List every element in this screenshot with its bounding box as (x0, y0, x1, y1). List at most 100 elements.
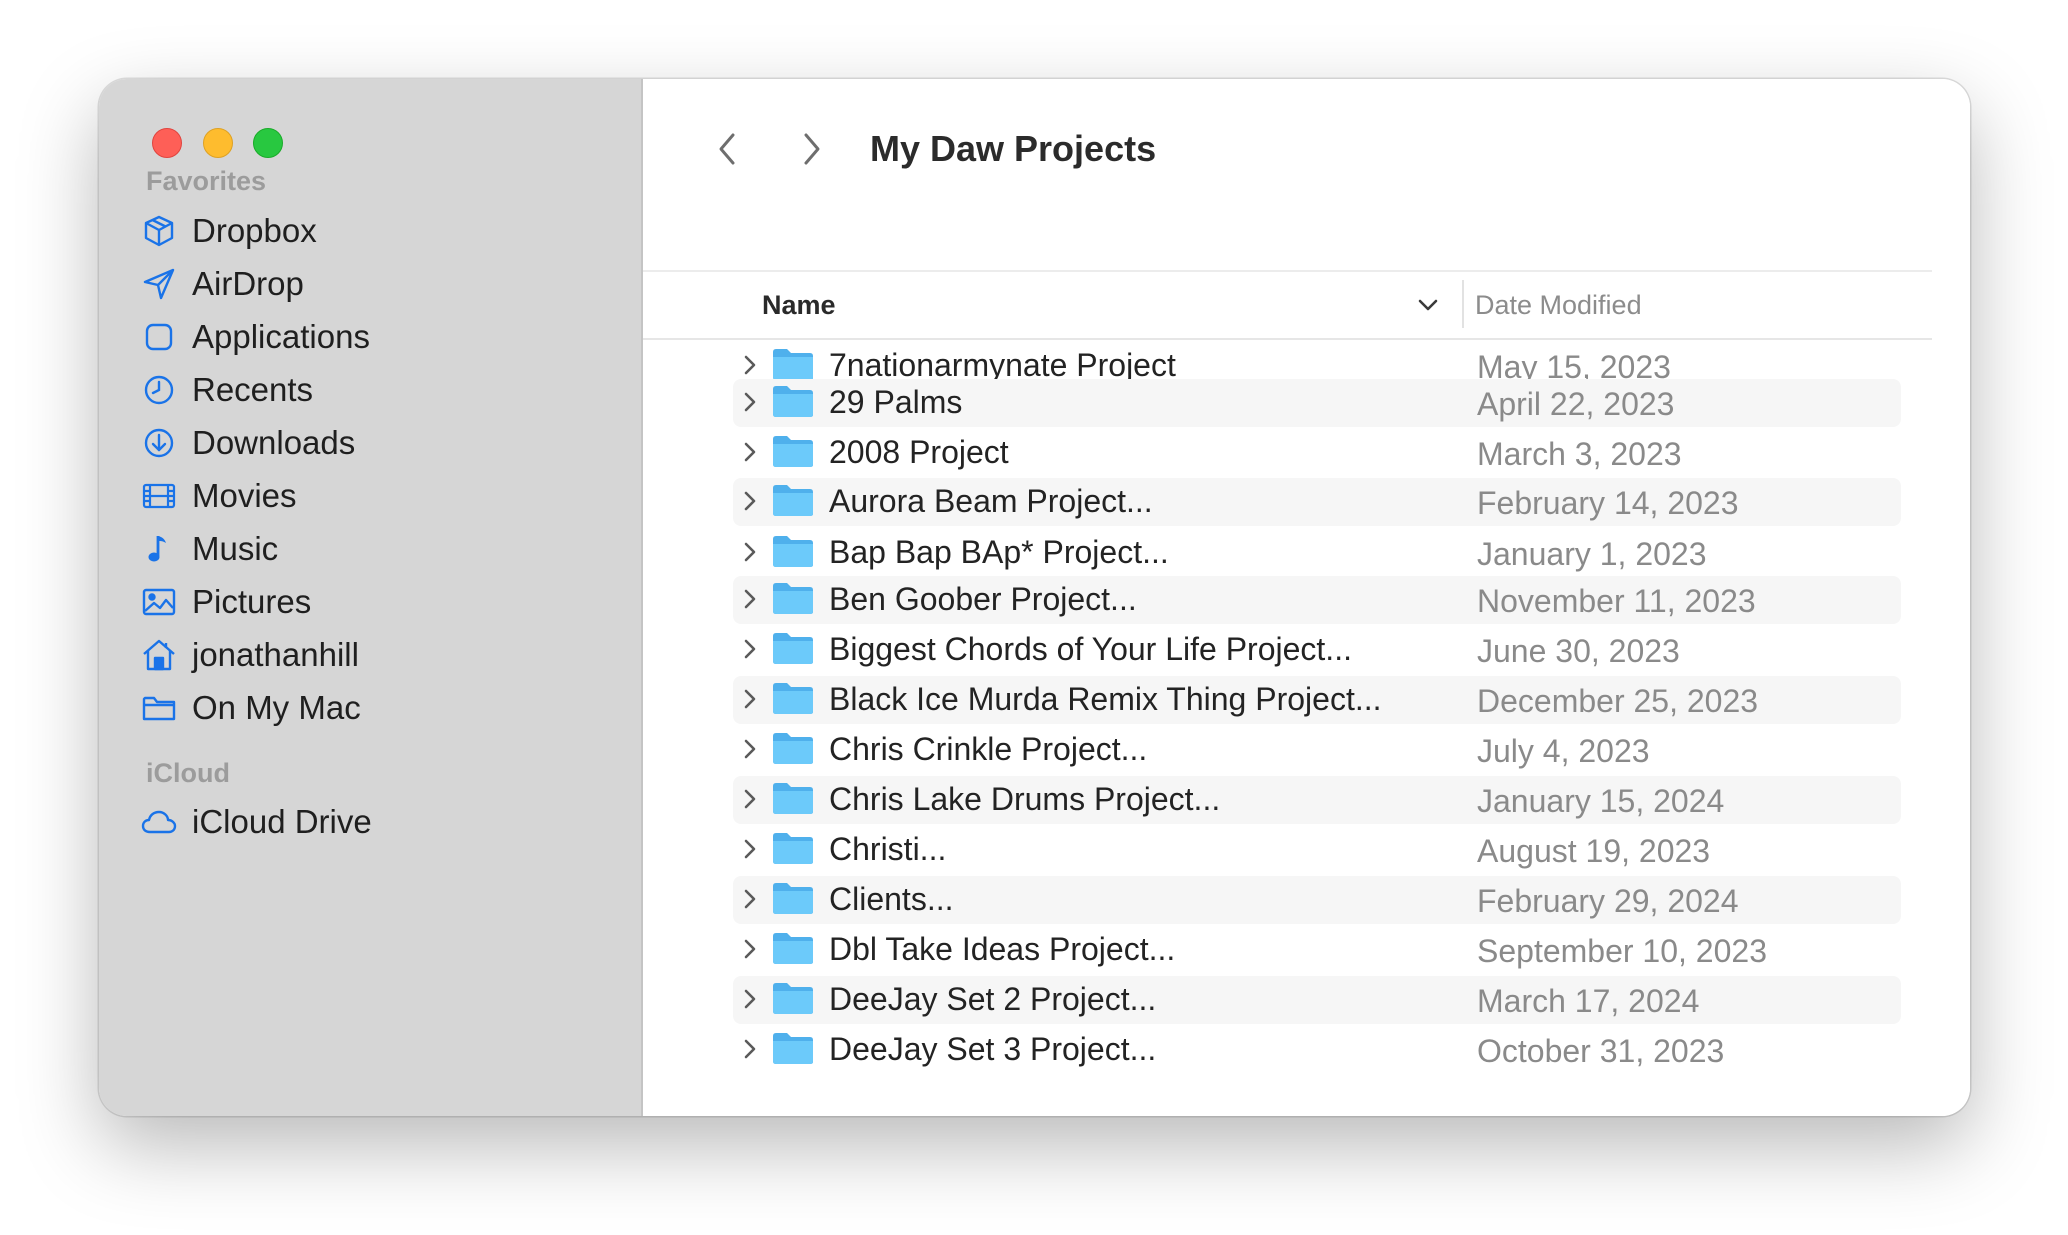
sidebar-item-label: Music (192, 530, 279, 567)
row-name: Bap Bap BAp* Project... (829, 534, 1169, 570)
disclosure-chevron-icon[interactable] (737, 437, 763, 467)
sidebar-item-music[interactable]: Music (139, 521, 609, 577)
disclosure-chevron-icon[interactable] (737, 537, 763, 567)
row-name: DeeJay Set 3 Project... (829, 1031, 1157, 1067)
sidebar-item-pictures[interactable]: Pictures (139, 574, 609, 630)
row-date: January 15, 2024 (1477, 783, 1725, 819)
table-row[interactable]: Dbl Take Ideas Project... September 10, … (733, 926, 1901, 974)
sidebar-item-label: Downloads (192, 424, 356, 461)
table-row[interactable]: Black Ice Murda Remix Thing Project... D… (733, 676, 1901, 724)
row-date: March 17, 2024 (1477, 983, 1700, 1019)
music-note-icon (139, 529, 179, 569)
sidebar-item-label: Pictures (192, 583, 312, 620)
folder-icon (773, 683, 813, 714)
folder-icon (773, 783, 813, 814)
row-date: April 22, 2023 (1477, 386, 1675, 422)
film-icon (139, 476, 179, 516)
sidebar-item-dropbox[interactable]: Dropbox (139, 203, 609, 259)
disclosure-chevron-icon[interactable] (737, 387, 763, 417)
table-row[interactable]: DeeJay Set 3 Project... October 31, 2023 (733, 1026, 1901, 1074)
folder-icon (773, 733, 813, 764)
folder-icon (773, 349, 813, 380)
disclosure-chevron-icon[interactable] (737, 486, 763, 516)
airdrop-icon (139, 264, 179, 304)
table-row[interactable]: Bap Bap BAp* Project... January 1, 2023 (733, 529, 1901, 577)
column-header-name[interactable]: Name (762, 272, 836, 338)
icloud-section-label: iCloud (146, 758, 230, 788)
table-row[interactable]: Chris Lake Drums Project... January 15, … (733, 776, 1901, 824)
sidebar-item-movies[interactable]: Movies (139, 468, 609, 524)
sidebar: Favorites Dropbox AirDrop Applications R… (99, 79, 643, 1116)
table-row[interactable]: Christi... August 19, 2023 (733, 826, 1901, 874)
cloud-icon (139, 802, 179, 842)
column-header-date-modified[interactable]: Date Modified (1475, 272, 1642, 338)
disclosure-chevron-icon[interactable] (737, 584, 763, 614)
sidebar-item-home[interactable]: jonathanhill (139, 627, 609, 683)
row-date: June 30, 2023 (1477, 633, 1680, 669)
sidebar-item-recents[interactable]: Recents (139, 362, 609, 418)
row-name: 2008 Project (829, 434, 1009, 470)
row-name: Aurora Beam Project... (829, 483, 1153, 519)
sidebar-item-label: On My Mac (192, 689, 361, 726)
row-date: December 25, 2023 (1477, 683, 1759, 719)
table-row[interactable]: Chris Crinkle Project... July 4, 2023 (733, 726, 1901, 774)
row-date: January 1, 2023 (1477, 536, 1707, 572)
table-row[interactable]: Clients... February 29, 2024 (733, 876, 1901, 924)
row-date: September 10, 2023 (1477, 933, 1767, 969)
disclosure-chevron-icon[interactable] (737, 834, 763, 864)
disclosure-chevron-icon[interactable] (737, 1034, 763, 1064)
photo-icon (139, 582, 179, 622)
row-date: October 31, 2023 (1477, 1033, 1725, 1069)
sidebar-item-downloads[interactable]: Downloads (139, 415, 609, 471)
table-row[interactable]: 2008 Project March 3, 2023 (733, 429, 1901, 477)
finder-window: Favorites Dropbox AirDrop Applications R… (99, 79, 1970, 1116)
row-date: August 19, 2023 (1477, 833, 1711, 869)
disclosure-chevron-icon[interactable] (737, 350, 763, 380)
table-row[interactable]: 29 Palms April 22, 2023 (733, 379, 1901, 427)
row-name: Chris Lake Drums Project... (829, 781, 1221, 817)
zoom-button[interactable] (253, 128, 283, 158)
disclosure-chevron-icon[interactable] (737, 784, 763, 814)
row-name: Biggest Chords of Your Life Project... (829, 631, 1352, 667)
applications-icon (139, 317, 179, 357)
disclosure-chevron-icon[interactable] (737, 884, 763, 914)
sidebar-item-on-my-mac[interactable]: On My Mac (139, 680, 609, 736)
row-name: Christi... (829, 831, 947, 867)
sidebar-item-icloud-drive[interactable]: iCloud Drive (139, 794, 609, 850)
row-date: November 11, 2023 (1477, 583, 1756, 619)
close-button[interactable] (152, 128, 182, 158)
disclosure-chevron-icon[interactable] (737, 984, 763, 1014)
sidebar-item-label: AirDrop (192, 265, 304, 302)
folder-icon (773, 883, 813, 914)
table-row[interactable]: Biggest Chords of Your Life Project... J… (733, 626, 1901, 674)
sidebar-item-applications[interactable]: Applications (139, 309, 609, 365)
column-divider[interactable] (1462, 280, 1464, 328)
table-row[interactable]: DeeJay Set 2 Project... March 17, 2024 (733, 976, 1901, 1024)
disclosure-chevron-icon[interactable] (737, 934, 763, 964)
row-name: Dbl Take Ideas Project... (829, 931, 1176, 967)
chevron-down-icon[interactable] (1413, 290, 1443, 320)
disclosure-chevron-icon[interactable] (737, 634, 763, 664)
row-name: DeeJay Set 2 Project... (829, 981, 1157, 1017)
sidebar-item-label: Dropbox (192, 212, 317, 249)
chevron-right-icon (804, 133, 820, 165)
forward-button[interactable] (788, 119, 836, 179)
back-button[interactable] (703, 119, 751, 179)
folder-icon (773, 983, 813, 1014)
folder-icon (773, 536, 813, 567)
disclosure-chevron-icon[interactable] (737, 734, 763, 764)
row-name: Ben Goober Project... (829, 581, 1137, 617)
favorites-section-label: Favorites (146, 166, 267, 196)
table-row[interactable]: Ben Goober Project... November 11, 2023 (733, 576, 1901, 624)
table-row[interactable]: Aurora Beam Project... February 14, 2023 (733, 478, 1901, 526)
disclosure-chevron-icon[interactable] (737, 684, 763, 714)
sidebar-item-label: Movies (192, 477, 297, 514)
clock-icon (139, 370, 179, 410)
folder-icon (773, 833, 813, 864)
download-icon (139, 423, 179, 463)
minimize-button[interactable] (203, 128, 233, 158)
folder-icon (139, 688, 179, 728)
dropbox-icon (139, 211, 179, 251)
sidebar-item-airdrop[interactable]: AirDrop (139, 256, 609, 312)
window-title: My Daw Projects (870, 128, 1157, 169)
